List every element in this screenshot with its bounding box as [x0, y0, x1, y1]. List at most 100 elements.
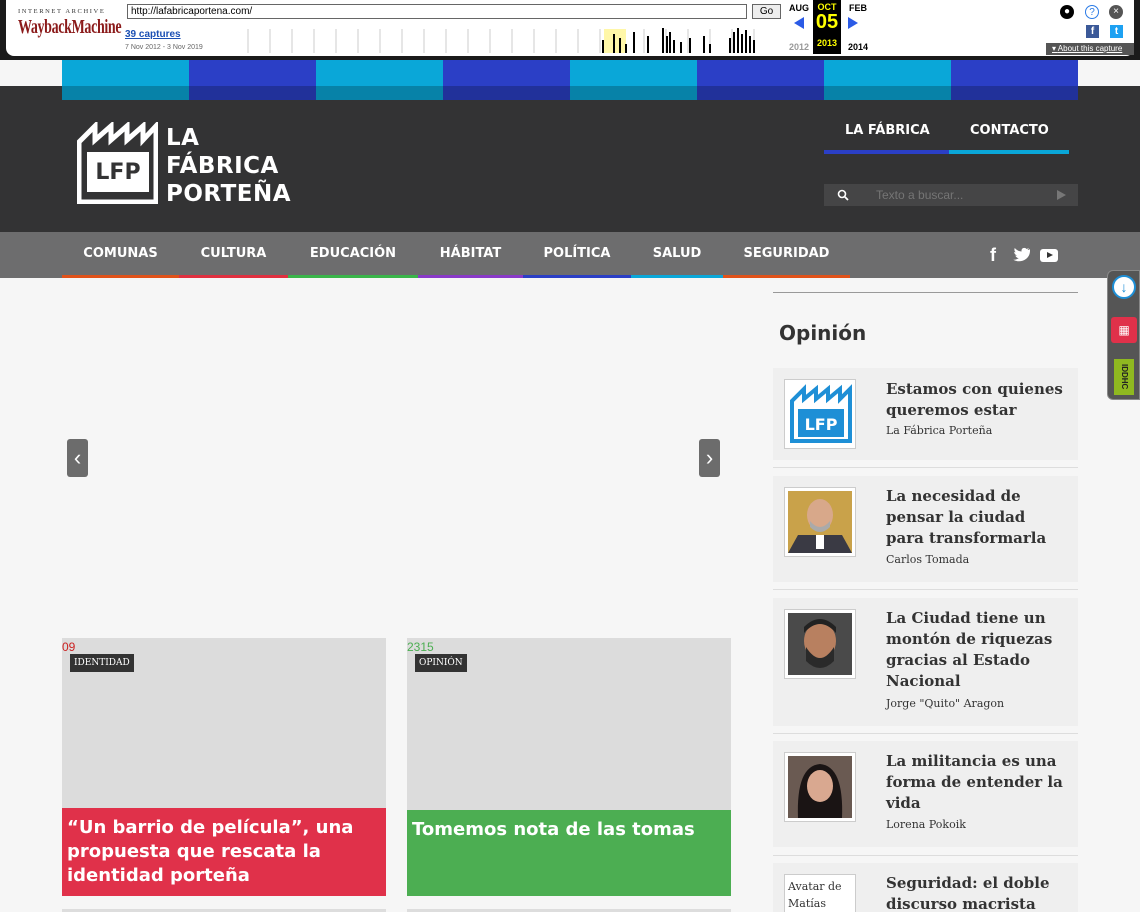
facebook-share-icon[interactable]: f: [1086, 25, 1099, 38]
iddhc-tab[interactable]: IDDHC: [1114, 359, 1134, 395]
opinion-thumb[interactable]: [784, 487, 856, 557]
site-logo[interactable]: LFP: [76, 119, 159, 209]
about-capture-label: About this capture: [1057, 44, 1123, 53]
wayback-toolbar: INTERNET ARCHIVE WaybackMachine http://l…: [0, 0, 1140, 60]
wayback-logo[interactable]: WaybackMachine: [18, 16, 122, 39]
twitter-icon[interactable]: [1013, 247, 1031, 262]
floating-widget: ↓ ▦ IDDHC: [1107, 270, 1140, 400]
opinion-thumb[interactable]: [784, 752, 856, 822]
cat-underline: [631, 275, 723, 278]
nav-la-fabrica-underline: [824, 150, 949, 154]
card-badge[interactable]: OPINIÓN: [415, 654, 467, 672]
card-image-alt: 09: [62, 640, 76, 654]
site-name[interactable]: LA FÁBRICA PORTEÑA: [166, 124, 291, 208]
site-name-line2: FÁBRICA: [166, 153, 279, 179]
opinion-item[interactable]: La necesidad de pensar la ciudad para tr…: [773, 476, 1078, 582]
cat-politica[interactable]: POLÍTICA: [523, 232, 631, 278]
opinion-item[interactable]: Avatar de Matías Seguridad: el doble dis…: [773, 863, 1078, 912]
opinion-author: La Fábrica Porteña: [886, 424, 993, 437]
cat-underline: [523, 275, 631, 278]
next-month: FEB: [849, 3, 867, 13]
card-image-alt: 2315: [407, 640, 434, 654]
opinion-title[interactable]: Estamos con quienes queremos estar: [886, 379, 1066, 421]
next-month-col[interactable]: FEB 2014: [834, 2, 882, 52]
search-input[interactable]: [876, 188, 1036, 202]
close-icon[interactable]: ×: [1109, 5, 1123, 19]
wayback-panel: INTERNET ARCHIVE WaybackMachine http://l…: [6, 0, 1134, 56]
search-submit-icon[interactable]: [1057, 190, 1066, 200]
nav-contacto-underline: [949, 150, 1069, 154]
opinion-author: Jorge "Quito" Aragon: [886, 697, 1005, 710]
cat-label: SEGURIDAD: [743, 246, 830, 261]
logo-mark-text: LFP: [95, 160, 141, 185]
opinion-item[interactable]: LFP Estamos con quienes queremos estar L…: [773, 368, 1078, 460]
prev-arrow-icon[interactable]: [794, 17, 804, 29]
cat-comunas[interactable]: COMUNAS: [62, 232, 179, 278]
opinion-title[interactable]: La necesidad de pensar la ciudad para tr…: [886, 486, 1066, 549]
opinion-thumb[interactable]: LFP: [784, 379, 856, 449]
article-card[interactable]: 2315 OPINIÓN Tomemos nota de las tomas: [407, 638, 731, 896]
opinion-title[interactable]: La Ciudad tiene un montón de riquezas gr…: [886, 608, 1066, 692]
opinion-thumb[interactable]: [784, 609, 856, 679]
sidebar-separator: [773, 467, 1078, 468]
cat-salud[interactable]: SALUD: [631, 232, 723, 278]
download-icon[interactable]: ↓: [1112, 275, 1136, 299]
opinion-title[interactable]: La militancia es una forma de entender l…: [886, 751, 1066, 814]
cat-underline: [179, 275, 288, 278]
author-photo-icon: [788, 756, 852, 818]
captures-link[interactable]: 39 captures: [125, 29, 181, 40]
capture-sparkline[interactable]: [228, 24, 784, 53]
author-photo-icon: [788, 613, 852, 675]
cat-underline: [288, 275, 418, 278]
opinion-thumb[interactable]: Avatar de Matías: [784, 874, 856, 912]
account-icon[interactable]: ●: [1060, 5, 1074, 19]
cat-label: HÁBITAT: [439, 246, 502, 261]
sidebar-separator: [773, 855, 1078, 856]
opinion-item[interactable]: La militancia es una forma de entender l…: [773, 741, 1078, 847]
lfp-thumb-icon: LFP: [788, 383, 852, 445]
cat-label: CULTURA: [200, 246, 267, 261]
svg-text:LFP: LFP: [805, 415, 838, 434]
sidebar-title: Opinión: [779, 321, 867, 345]
cat-cultura[interactable]: CULTURA: [179, 232, 288, 278]
opinion-title[interactable]: Seguridad: el doble discurso macrista: [886, 873, 1066, 912]
search-box[interactable]: [824, 184, 1078, 206]
sidebar-divider: [773, 292, 1078, 293]
slider-next-button[interactable]: ›: [699, 439, 720, 477]
nav-la-fabrica[interactable]: LA FÁBRICA: [845, 123, 930, 138]
site-name-line3: PORTEÑA: [166, 181, 292, 207]
cat-underline: [418, 275, 523, 278]
twitter-share-icon[interactable]: t: [1110, 25, 1123, 38]
nav-contacto[interactable]: CONTACTO: [970, 123, 1049, 138]
card-title[interactable]: Tomemos nota de las tomas: [407, 810, 731, 896]
cat-label: EDUCACIÓN: [309, 246, 397, 261]
cat-underline: [62, 275, 179, 278]
sidebar-separator: [773, 733, 1078, 734]
cat-seguridad[interactable]: SEGURIDAD: [723, 232, 850, 278]
youtube-play-glyph: [1047, 252, 1053, 258]
facebook-icon[interactable]: f: [990, 245, 996, 266]
opinion-author: Carlos Tomada: [886, 553, 970, 566]
cat-educacion[interactable]: EDUCACIÓN: [288, 232, 418, 278]
site-name-line1: LA: [166, 125, 200, 151]
cat-habitat[interactable]: HÁBITAT: [418, 232, 523, 278]
sidebar-separator: [773, 589, 1078, 590]
slider-prev-button[interactable]: ‹: [67, 439, 88, 477]
opinion-item[interactable]: La Ciudad tiene un montón de riquezas gr…: [773, 598, 1078, 726]
capture-date-range: 7 Nov 2012 - 3 Nov 2019: [125, 44, 203, 51]
next-year: 2014: [847, 42, 869, 52]
strip-shadow: [62, 86, 1078, 100]
calendar-icon[interactable]: ▦: [1111, 317, 1137, 343]
youtube-icon[interactable]: [1040, 249, 1058, 262]
url-input[interactable]: http://lafabricaportena.com/: [127, 4, 747, 19]
cat-label: SALUD: [652, 246, 702, 261]
help-icon[interactable]: ?: [1085, 5, 1099, 19]
article-card[interactable]: 09 IDENTIDAD “Un barrio de película”, un…: [62, 638, 386, 896]
card-badge[interactable]: IDENTIDAD: [70, 654, 134, 672]
card-title[interactable]: “Un barrio de película”, una propuesta q…: [62, 808, 386, 896]
archive-label: INTERNET ARCHIVE: [18, 8, 106, 15]
cat-label: POLÍTICA: [543, 246, 611, 261]
about-capture-link[interactable]: ▾ About this capture: [1046, 43, 1134, 55]
author-photo-icon: [788, 491, 852, 553]
cat-underline: [723, 275, 850, 278]
